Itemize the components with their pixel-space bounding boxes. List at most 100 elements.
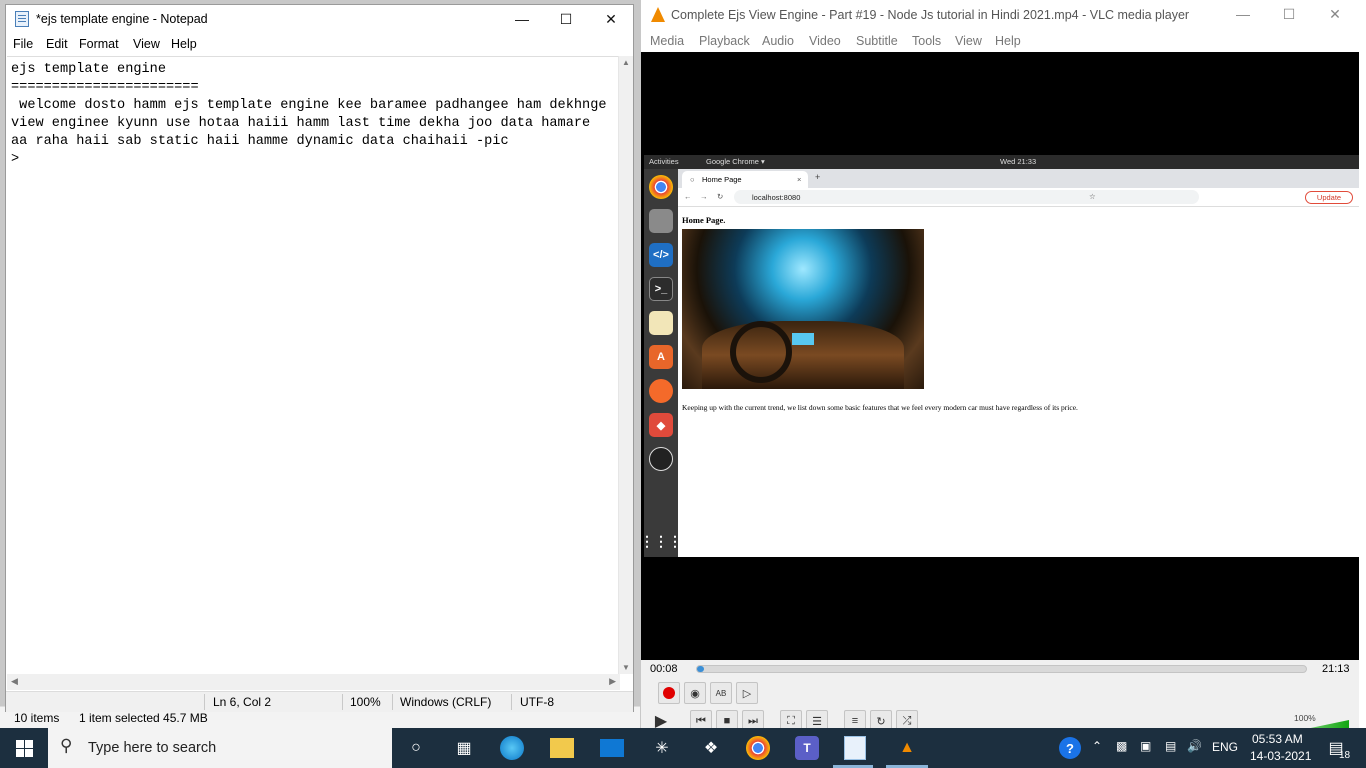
edge-icon[interactable] [500,736,524,760]
menu-format[interactable]: Format [79,37,119,51]
chrome-taskbar-icon[interactable] [746,736,770,760]
file-explorer-icon[interactable] [550,738,574,758]
windows-icon [15,739,33,757]
video-area[interactable]: Activities Google Chrome ▾ Wed 21:33 </>… [641,52,1359,660]
zoom-level: 100% [350,695,381,709]
total-duration: 21:13 [1322,663,1350,675]
search-placeholder: Type here to search [88,740,217,756]
scroll-up-icon[interactable]: ▲ [622,58,630,67]
chrome-url: localhost:8080 [752,193,801,202]
vlc-titlebar[interactable]: Complete Ejs View Engine - Part #19 - No… [641,0,1366,31]
vlc-title: Complete Ejs View Engine - Part #19 - No… [671,8,1190,22]
notepad-text-area[interactable]: ejs template engine ====================… [7,56,620,674]
task-view-icon[interactable]: ▦ [450,734,478,762]
wifi-icon[interactable]: ▤ [1165,739,1176,753]
chrome-update-button: Update [1305,191,1353,204]
frame-step-button[interactable]: ▷ [736,682,758,704]
elapsed-time: 00:08 [650,663,678,675]
teams-icon[interactable]: T [795,736,819,760]
notepad-title: *ejs template engine - Notepad [36,12,208,26]
vlc-seek-row: 00:08 21:13 [641,660,1359,680]
vlc-taskbar-icon[interactable]: ▲ [893,734,921,762]
notepad-taskbar-icon[interactable] [844,736,866,760]
vlc-menu-subtitle[interactable]: Subtitle [856,34,898,48]
vlc-menu-video[interactable]: Video [809,34,841,48]
notepad-titlebar[interactable]: *ejs template engine - Notepad — ☐ ✕ [6,5,633,33]
language-indicator[interactable]: ENG [1212,740,1238,754]
git-icon: ◆ [649,413,673,437]
vlc-menu-audio[interactable]: Audio [762,34,794,48]
scroll-down-icon[interactable]: ▼ [622,663,630,672]
menu-view[interactable]: View [133,37,160,51]
bookmark-star-icon: ☆ [1089,192,1096,201]
vlc-menu-tools[interactable]: Tools [912,34,941,48]
taskbar-search[interactable]: ⚲ Type here to search [48,728,392,768]
search-icon: ⚲ [60,736,73,755]
vlc-cone-icon [651,7,665,22]
volume-icon[interactable]: 🔊 [1187,739,1202,753]
clock-date[interactable]: 14-03-2021 [1250,749,1311,763]
scroll-right-icon[interactable]: ▶ [609,676,616,687]
minimize-button[interactable]: — [499,5,545,33]
obs-icon [649,447,673,471]
web-page: Home Page. Keeping up with the current t… [678,208,1359,557]
notepad-content[interactable]: ejs template engine ====================… [11,61,607,169]
chrome-window: ○ Home Page × + ← → ↻ localhost:8080 ☆ U… [678,169,1359,557]
ubuntu-topbar: Activities Google Chrome ▾ Wed 21:33 [644,155,1359,169]
seek-bar[interactable] [696,665,1307,673]
new-tab-icon: + [815,172,821,182]
mail-icon[interactable] [600,739,624,757]
vlc-menu-media[interactable]: Media [650,34,684,48]
dropbox-icon[interactable]: ❖ [697,734,725,762]
menu-file[interactable]: File [13,37,33,51]
cursor-position: Ln 6, Col 2 [213,695,272,709]
vlc-menu-view[interactable]: View [955,34,982,48]
vertical-scrollbar[interactable]: ▲ ▼ [618,56,633,674]
notepad-menubar: File Edit Format View Help [6,35,633,55]
explorer-selection-info: 1 item selected 45.7 MB [79,711,208,725]
vlc-minimize-button[interactable]: — [1220,0,1266,28]
notepad-window: *ejs template engine - Notepad — ☐ ✕ Fil… [5,4,634,712]
app-grid-icon: ⋮⋮⋮ [644,532,682,549]
menu-help[interactable]: Help [171,37,197,51]
vlc-menu-playback[interactable]: Playback [699,34,750,48]
chrome-tab: ○ Home Page × [682,171,808,188]
maximize-button[interactable]: ☐ [543,5,589,33]
vlc-maximize-button[interactable]: ☐ [1266,0,1312,28]
notification-count: 18 [1339,750,1351,761]
bolt-app-icon[interactable]: ✳ [648,734,676,762]
software-center-icon: A [649,345,673,369]
vlc-window: Complete Ejs View Engine - Part #19 - No… [641,0,1366,732]
reload-icon: ↻ [717,192,724,201]
ubuntu-app-name: Google Chrome ▾ [706,157,765,166]
horizontal-scrollbar[interactable]: ◀ ▶ [7,674,620,690]
encoding: UTF-8 [520,695,554,709]
start-button[interactable] [0,728,48,768]
help-icon[interactable]: ? [1059,737,1081,759]
back-icon: ← [684,192,692,201]
vlc-menu-help[interactable]: Help [995,34,1021,48]
record-button[interactable] [658,682,680,704]
video-ubuntu-screen: Activities Google Chrome ▾ Wed 21:33 </>… [644,155,1359,557]
loop-ab-button[interactable]: AB [710,682,732,704]
cortana-icon[interactable]: ○ [402,734,430,762]
network-adapter-icon[interactable]: ▣ [1140,739,1151,753]
forward-icon: → [700,192,708,201]
meet-now-icon[interactable]: ▩ [1116,739,1127,753]
vlc-close-button[interactable]: ✕ [1312,0,1358,28]
postman-icon [649,379,673,403]
scroll-left-icon[interactable]: ◀ [11,676,18,687]
ubuntu-activities: Activities [649,157,679,166]
page-paragraph: Keeping up with the current trend, we li… [682,403,1078,412]
page-heading: Home Page. [682,215,726,225]
clock-time[interactable]: 05:53 AM [1252,732,1303,746]
menu-edit[interactable]: Edit [46,37,68,51]
snapshot-button[interactable]: ◉ [684,682,706,704]
tab-close-icon: × [797,175,802,184]
chrome-url-field: localhost:8080 [734,190,1199,204]
show-hidden-icons[interactable]: ⌃ [1092,739,1102,753]
terminal-icon: >_ [649,277,673,301]
taskbar: ⚲ Type here to search ○ ▦ ✳ ❖ T ▲ ? ⌃ ▩ … [0,728,1366,768]
close-button[interactable]: ✕ [588,5,634,33]
car-interior-image [682,229,924,389]
